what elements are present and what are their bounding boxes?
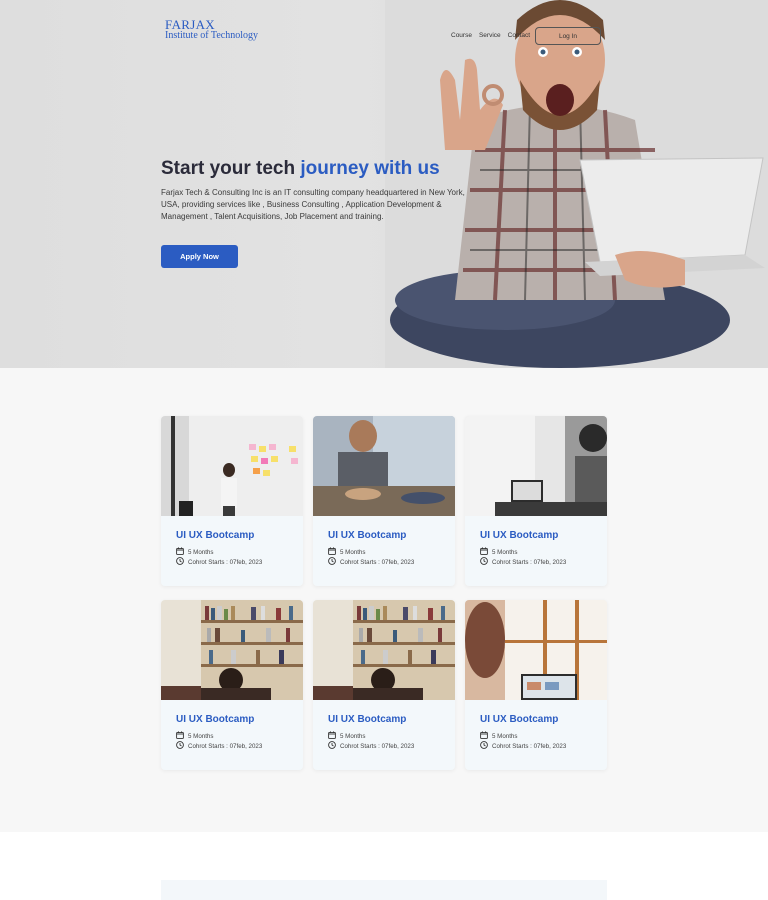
course-start: Cohrot Starts : 07feb, 2023 xyxy=(480,741,566,751)
course-card[interactable]: UI UX Bootcamp 5 Months Cohrot Starts : … xyxy=(465,600,607,770)
course-thumbnail xyxy=(161,416,303,516)
calendar-icon xyxy=(176,547,184,557)
course-start: Cohrot Starts : 07feb, 2023 xyxy=(176,741,262,751)
hero-title: Start your tech journey with us xyxy=(161,158,440,180)
course-thumbnail xyxy=(313,600,455,700)
course-title[interactable]: UI UX Bootcamp xyxy=(328,714,406,725)
clock-icon xyxy=(176,741,184,751)
hero-title-accent: journey with us xyxy=(300,158,440,179)
course-thumbnail xyxy=(313,416,455,516)
course-card[interactable]: UI UX Bootcamp 5 Months Cohrot Starts : … xyxy=(161,416,303,586)
course-card[interactable]: UI UX Bootcamp 5 Months Cohrot Starts : … xyxy=(313,416,455,586)
course-card[interactable]: UI UX Bootcamp 5 Months Cohrot Starts : … xyxy=(465,416,607,586)
course-duration-text: 5 Months xyxy=(340,732,366,740)
logo-tagline: Institute of Technology xyxy=(165,30,258,41)
course-card[interactable]: UI UX Bootcamp 5 Months Cohrot Starts : … xyxy=(161,600,303,770)
calendar-icon xyxy=(480,731,488,741)
course-start: Cohrot Starts : 07feb, 2023 xyxy=(328,741,414,751)
course-thumbnail xyxy=(161,600,303,700)
top-nav: Course Service Contact xyxy=(451,32,530,39)
login-button[interactable]: Log In xyxy=(535,27,601,45)
calendar-icon xyxy=(176,731,184,741)
course-title[interactable]: UI UX Bootcamp xyxy=(328,530,406,541)
course-title[interactable]: UI UX Bootcamp xyxy=(176,714,254,725)
clock-icon xyxy=(328,557,336,567)
hero-title-plain: Start your tech xyxy=(161,158,301,179)
course-duration-text: 5 Months xyxy=(188,732,214,740)
hero-person-image xyxy=(385,0,768,368)
courses-section: UI UX Bootcamp 5 Months Cohrot Starts : … xyxy=(0,368,768,832)
course-start-text: Cohrot Starts : 07feb, 2023 xyxy=(492,558,567,566)
calendar-icon xyxy=(328,547,336,557)
course-thumbnail xyxy=(465,600,607,700)
course-duration: 5 Months xyxy=(328,547,365,557)
course-start-text: Cohrot Starts : 07feb, 2023 xyxy=(340,742,415,750)
clock-icon xyxy=(480,741,488,751)
hero-section: FARJAX Institute of Technology Course Se… xyxy=(0,0,768,368)
course-card[interactable]: UI UX Bootcamp 5 Months Cohrot Starts : … xyxy=(313,600,455,770)
course-thumbnail xyxy=(465,416,607,516)
nav-service[interactable]: Service xyxy=(479,32,501,39)
course-duration: 5 Months xyxy=(328,731,365,741)
clock-icon xyxy=(480,557,488,567)
calendar-icon xyxy=(480,547,488,557)
course-duration-text: 5 Months xyxy=(340,548,366,556)
nav-contact[interactable]: Contact xyxy=(508,32,530,39)
footer-panel xyxy=(161,880,607,900)
apply-now-button[interactable]: Apply Now xyxy=(161,245,238,268)
course-title[interactable]: UI UX Bootcamp xyxy=(176,530,254,541)
course-start: Cohrot Starts : 07feb, 2023 xyxy=(480,557,566,567)
course-start: Cohrot Starts : 07feb, 2023 xyxy=(328,557,414,567)
course-duration-text: 5 Months xyxy=(492,732,518,740)
course-duration-text: 5 Months xyxy=(492,548,518,556)
hero-description: Farjax Tech & Consulting Inc is an IT co… xyxy=(161,188,465,221)
clock-icon xyxy=(328,741,336,751)
course-start-text: Cohrot Starts : 07feb, 2023 xyxy=(188,742,263,750)
course-title[interactable]: UI UX Bootcamp xyxy=(480,530,558,541)
course-duration-text: 5 Months xyxy=(188,548,214,556)
course-duration: 5 Months xyxy=(480,731,517,741)
calendar-icon xyxy=(328,731,336,741)
course-start-text: Cohrot Starts : 07feb, 2023 xyxy=(340,558,415,566)
logo[interactable]: FARJAX Institute of Technology xyxy=(165,17,258,41)
course-duration: 5 Months xyxy=(480,547,517,557)
clock-icon xyxy=(176,557,184,567)
course-start-text: Cohrot Starts : 07feb, 2023 xyxy=(188,558,263,566)
logo-name: FARJAX xyxy=(165,17,215,32)
course-start-text: Cohrot Starts : 07feb, 2023 xyxy=(492,742,567,750)
course-duration: 5 Months xyxy=(176,547,213,557)
course-duration: 5 Months xyxy=(176,731,213,741)
course-title[interactable]: UI UX Bootcamp xyxy=(480,714,558,725)
course-start: Cohrot Starts : 07feb, 2023 xyxy=(176,557,262,567)
nav-course[interactable]: Course xyxy=(451,32,472,39)
